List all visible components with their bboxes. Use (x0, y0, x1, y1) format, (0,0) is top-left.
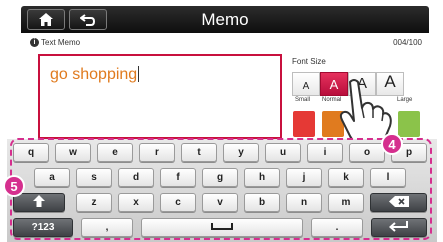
key-x[interactable]: x (118, 193, 154, 212)
key-y[interactable]: y (223, 143, 259, 162)
key-j[interactable]: j (286, 168, 322, 187)
text-memo-label-group: i Text Memo (30, 38, 80, 47)
shift-key[interactable] (13, 193, 65, 212)
info-icon: i (30, 38, 39, 47)
key-z[interactable]: z (76, 193, 112, 212)
shift-arrow-icon (33, 195, 45, 210)
color-swatch-red[interactable] (293, 111, 315, 137)
key-o[interactable]: o (349, 143, 385, 162)
enter-icon (388, 220, 409, 235)
font-size-small-button[interactable]: A (292, 72, 320, 96)
key-m[interactable]: m (328, 193, 364, 212)
key-w[interactable]: w (55, 143, 91, 162)
on-screen-keyboard: q w e r t y u i o p a s d f g h j k l z … (7, 139, 437, 242)
callout-badge-4: 4 (381, 133, 403, 155)
memo-text-input[interactable]: go shopping (38, 54, 282, 139)
key-h[interactable]: h (244, 168, 280, 187)
key-l[interactable]: l (370, 168, 406, 187)
font-size-large-label: Large (397, 97, 413, 103)
font-size-small-glyph: A (302, 81, 310, 92)
key-s[interactable]: s (76, 168, 112, 187)
key-k[interactable]: k (328, 168, 364, 187)
key-d[interactable]: d (118, 168, 154, 187)
enter-key[interactable] (371, 218, 427, 237)
memo-value: go shopping (50, 66, 138, 83)
comma-key[interactable]: , (81, 218, 133, 237)
backspace-icon (388, 195, 409, 210)
key-a[interactable]: a (34, 168, 70, 187)
key-u[interactable]: u (265, 143, 301, 162)
callout-badge-5: 5 (3, 175, 25, 197)
color-swatch-green[interactable] (398, 111, 420, 137)
key-b[interactable]: b (244, 193, 280, 212)
key-c[interactable]: c (160, 193, 196, 212)
backspace-key[interactable] (370, 193, 427, 212)
key-i[interactable]: i (307, 143, 343, 162)
key-g[interactable]: g (202, 168, 238, 187)
memo-text: go shopping (50, 66, 140, 84)
numbers-key[interactable]: ?123 (13, 218, 73, 237)
text-memo-label: Text Memo (41, 38, 81, 47)
space-key[interactable] (141, 218, 303, 237)
key-n[interactable]: n (286, 193, 322, 212)
key-v[interactable]: v (202, 193, 238, 212)
key-q[interactable]: q (13, 143, 49, 162)
page-title: Memo (201, 10, 249, 29)
period-key[interactable]: . (311, 218, 363, 237)
character-counter: 004/100 (393, 38, 422, 47)
title-bar: Memo (21, 6, 429, 33)
key-t[interactable]: t (181, 143, 217, 162)
key-f[interactable]: f (160, 168, 196, 187)
info-row: i Text Memo 004/100 (30, 37, 422, 50)
memo-screen: Memo i Text Memo 004/100 go shopping Fon… (0, 0, 443, 242)
key-e[interactable]: e (97, 143, 133, 162)
space-bar-icon (211, 222, 233, 233)
text-caret (138, 66, 140, 82)
key-r[interactable]: r (139, 143, 175, 162)
font-size-small-label: Small (295, 97, 311, 103)
font-size-label: Font Size (292, 57, 326, 66)
